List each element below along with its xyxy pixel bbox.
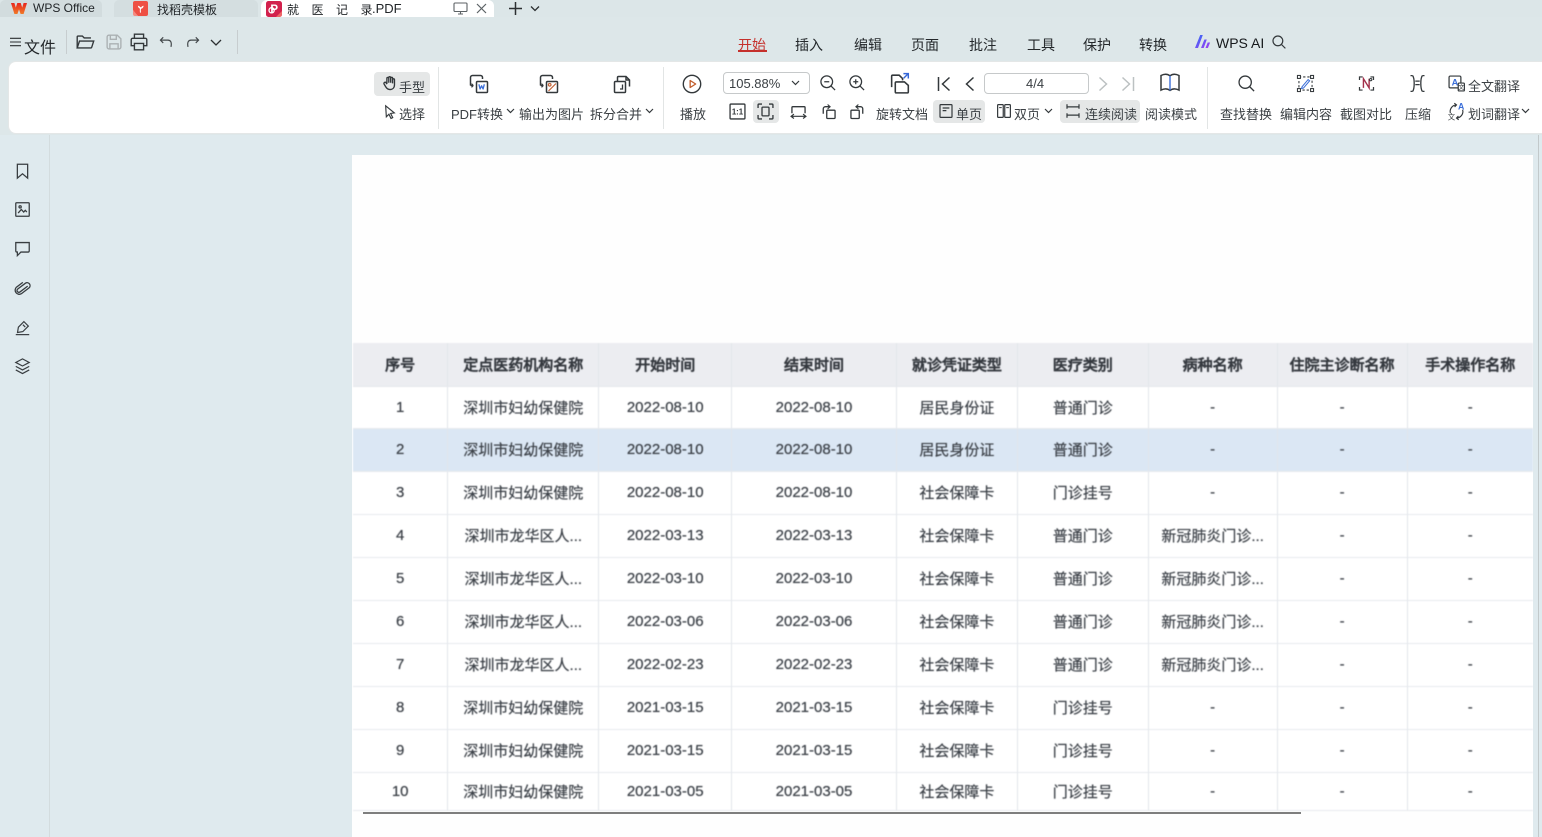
svg-text:文: 文 [1458, 83, 1464, 91]
svg-text:文: 文 [1448, 111, 1456, 121]
svg-text:A: A [1458, 101, 1465, 111]
svg-text:1:1: 1:1 [732, 108, 744, 117]
